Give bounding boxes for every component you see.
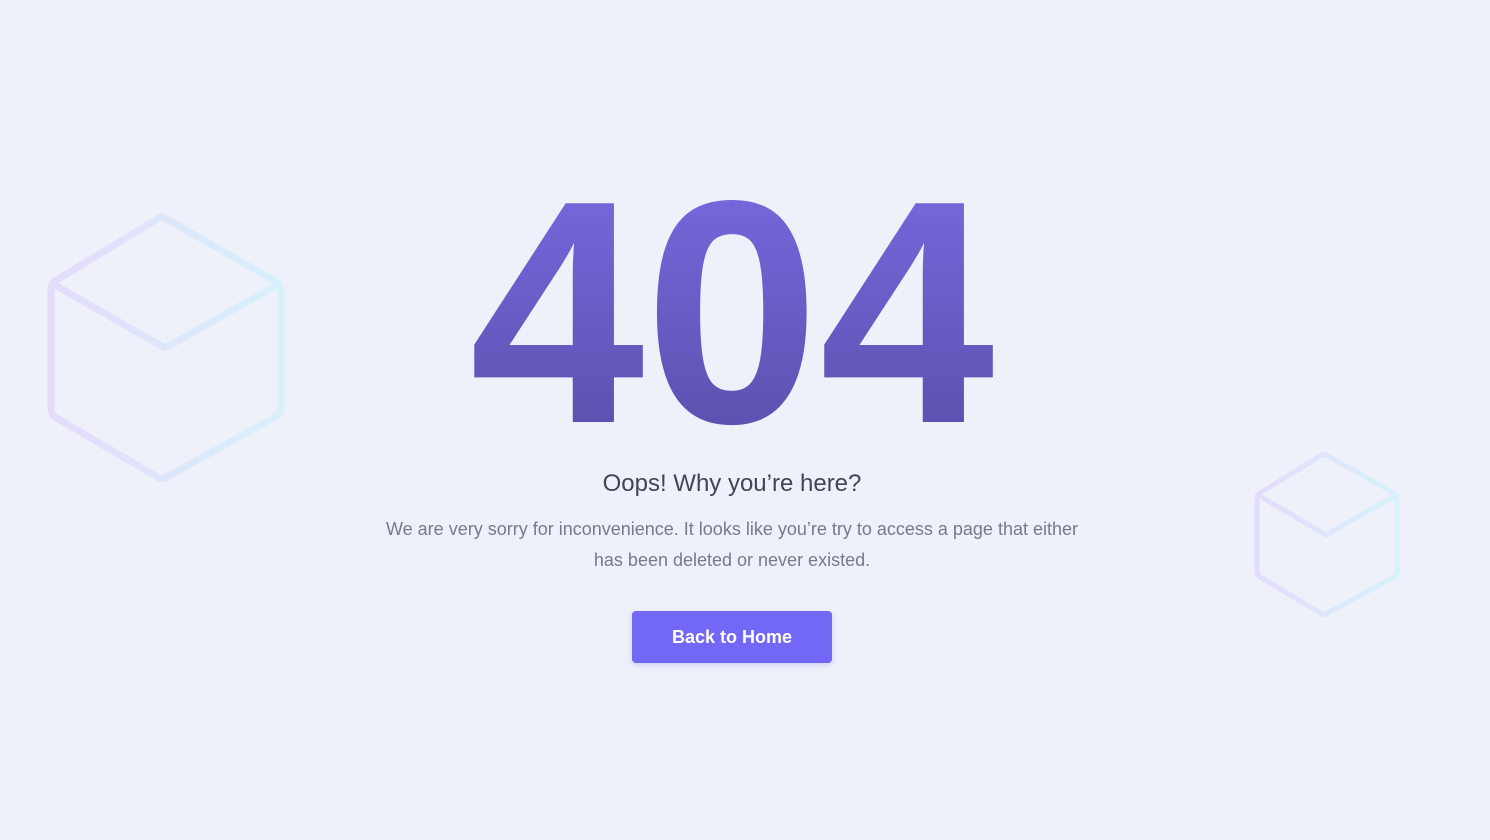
page-title: Oops! Why you’re here? (602, 470, 862, 497)
error-code-text: 404 (470, 185, 997, 435)
error-code: 404 (470, 185, 997, 435)
error-message: We are very sorry for inconvenience. It … (386, 519, 1078, 570)
error-page: 404 Oops! Why you’re here? We are very s… (0, 0, 1490, 840)
back-to-home-button[interactable]: Back to Home (632, 611, 832, 663)
cube-icon (47, 213, 285, 482)
